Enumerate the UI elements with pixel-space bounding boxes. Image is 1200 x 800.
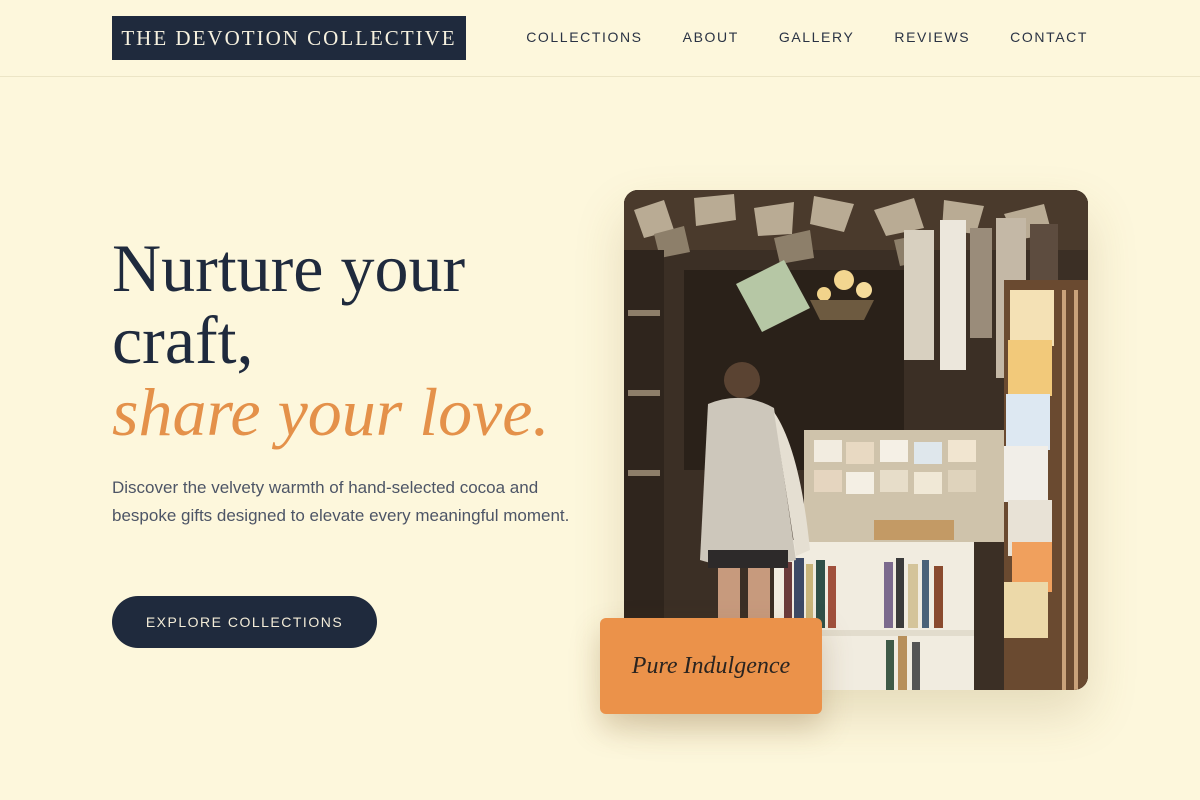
nav-item-contact[interactable]: CONTACT bbox=[1010, 29, 1088, 45]
hero-description: Discover the velvety warmth of hand-sele… bbox=[112, 478, 570, 525]
site-header: THE DEVOTION COLLECTIVE COLLECTIONS ABOU… bbox=[0, 0, 1200, 77]
nav-item-about[interactable]: ABOUT bbox=[683, 29, 739, 45]
headline-primary: Nurture your craft, bbox=[112, 230, 466, 378]
brand-logo[interactable]: THE DEVOTION COLLECTIVE bbox=[112, 16, 466, 60]
nav-item-reviews[interactable]: REVIEWS bbox=[894, 29, 970, 45]
nav-item-gallery[interactable]: GALLERY bbox=[779, 29, 855, 45]
headline-accent: share your love. bbox=[112, 374, 550, 450]
nav-item-collections[interactable]: COLLECTIONS bbox=[526, 29, 642, 45]
explore-collections-button[interactable]: EXPLORE COLLECTIONS bbox=[112, 596, 377, 648]
hero-headline: Nurture your craft, share your love. bbox=[112, 232, 592, 448]
brand-name: THE DEVOTION COLLECTIVE bbox=[121, 25, 457, 50]
shop-interior-photo bbox=[624, 190, 1088, 690]
main-nav: COLLECTIONS ABOUT GALLERY REVIEWS CONTAC… bbox=[526, 29, 1088, 45]
badge-label: Pure Indulgence bbox=[631, 652, 791, 679]
pure-indulgence-badge: Pure Indulgence bbox=[600, 618, 822, 714]
